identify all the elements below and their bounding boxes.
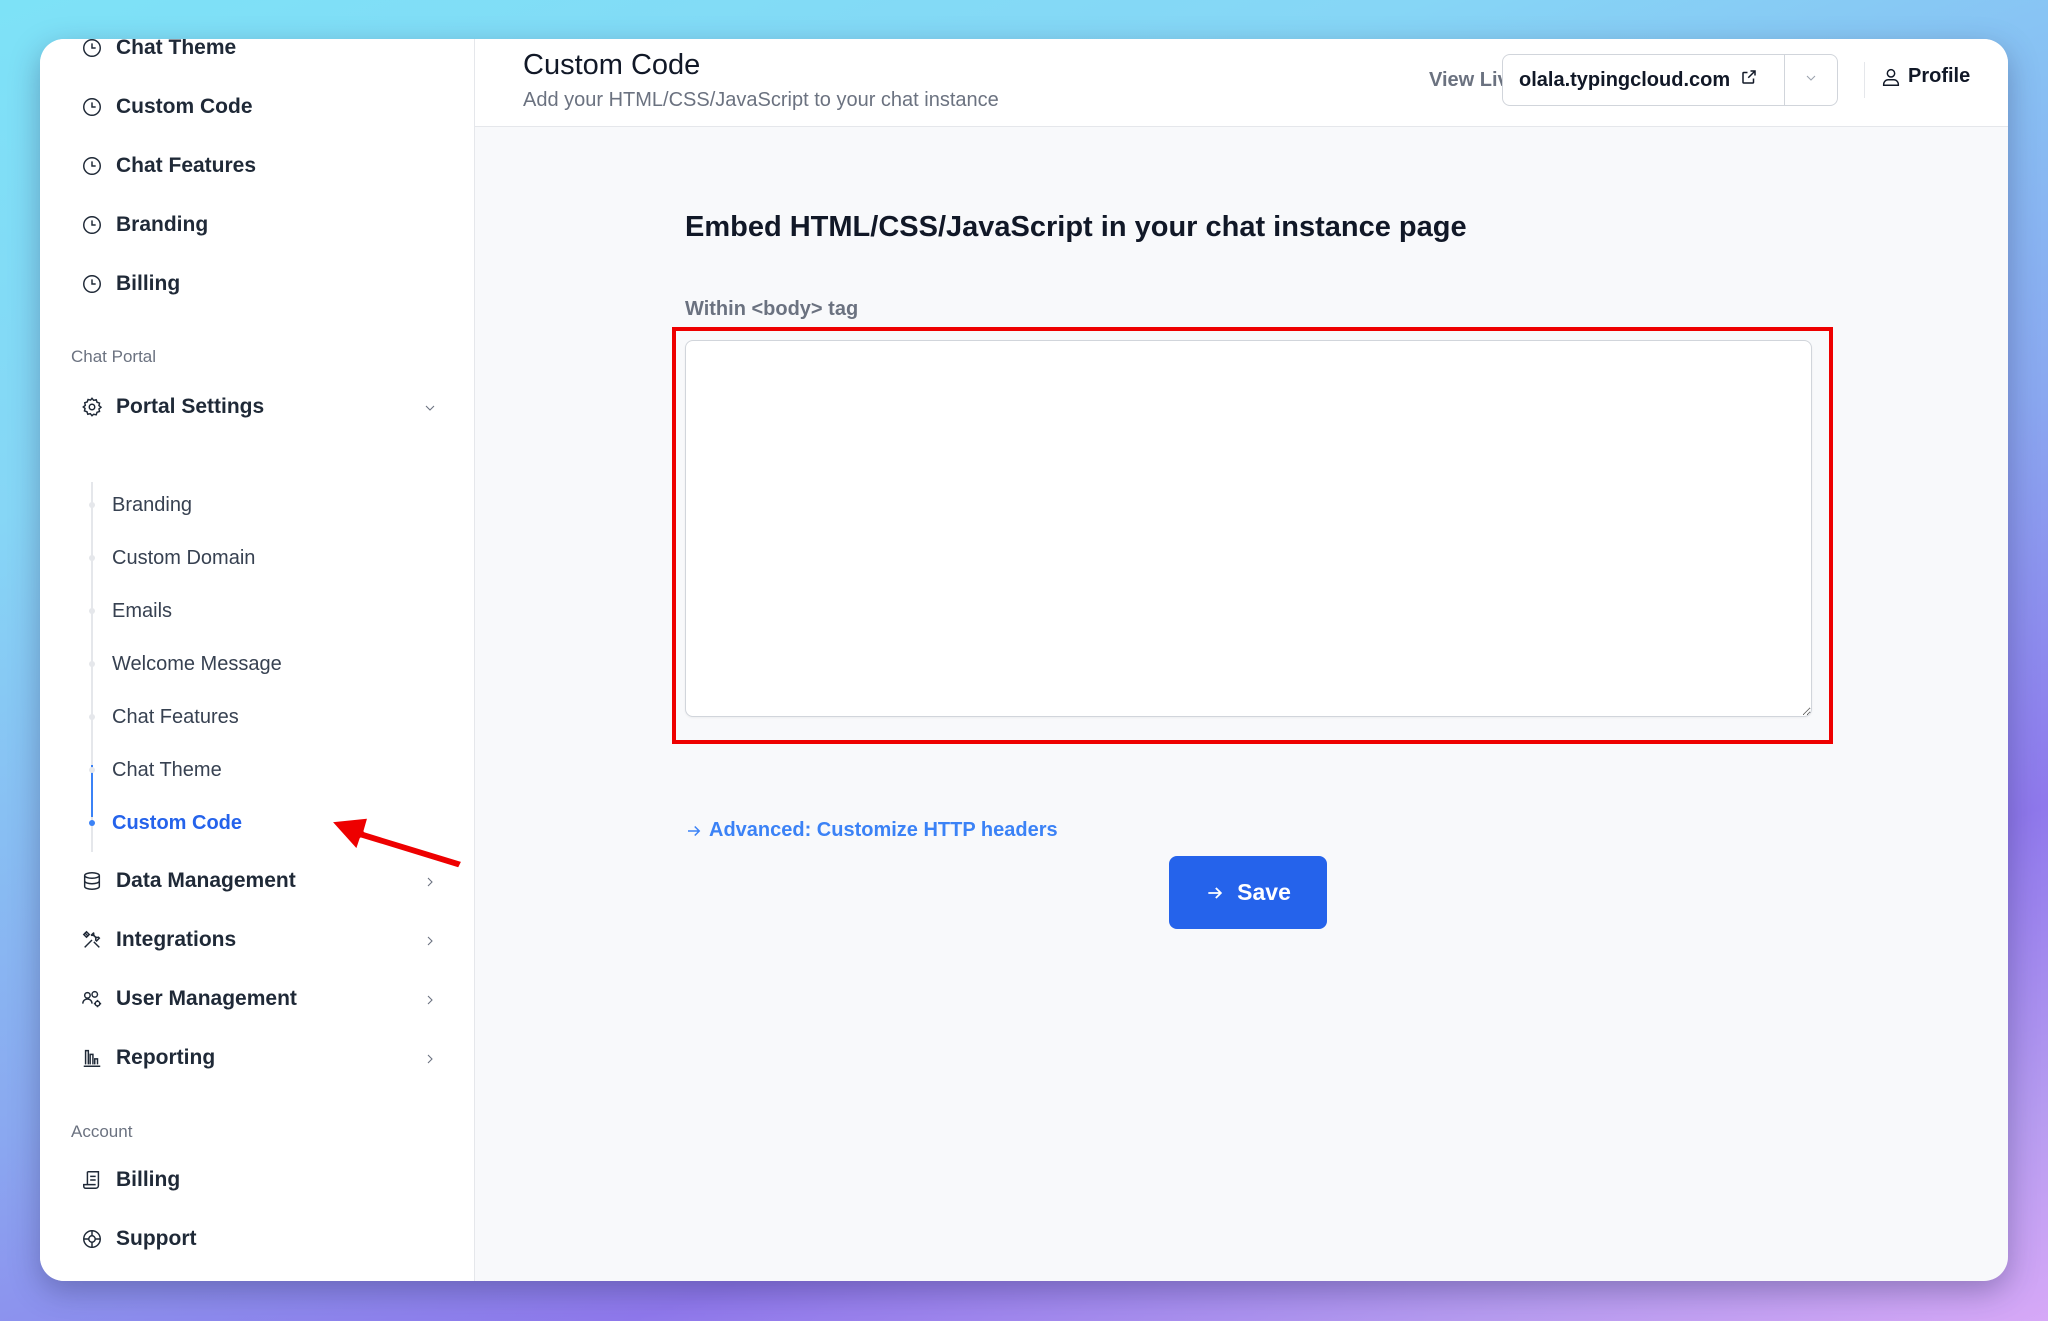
section-label-chat-portal: Chat Portal [71, 347, 157, 366]
page-header: Custom Code Add your HTML/CSS/JavaScript… [475, 39, 2008, 127]
chevron-right-icon [422, 990, 440, 1008]
receipt-icon [80, 1168, 104, 1192]
sidebar-item-billing[interactable]: Billing [80, 264, 440, 304]
arrow-right-icon [1208, 886, 1223, 899]
submenu-item-custom-code[interactable]: Custom Code [112, 805, 242, 841]
gear-icon [80, 395, 104, 419]
user-icon [1882, 68, 1900, 86]
submenu-dot [89, 555, 95, 561]
sidebar-item-label: Integrations [116, 928, 237, 951]
submenu-item-welcome-message[interactable]: Welcome Message [112, 646, 282, 682]
section-heading: Embed HTML/CSS/JavaScript in your chat i… [685, 211, 1467, 243]
sidebar-item-chat-features[interactable]: Chat Features [80, 146, 440, 186]
save-label: Save [1237, 879, 1291, 905]
sidebar-item-label: User Management [116, 987, 297, 1010]
sidebar-item-label: Billing [116, 1168, 181, 1191]
sidebar-item-label: Data Management [116, 869, 296, 892]
save-button[interactable]: Save [1169, 856, 1327, 929]
chevron-down-icon[interactable] [422, 398, 440, 416]
custom-code-textarea[interactable] [685, 340, 1812, 717]
bar-chart-icon [80, 1046, 104, 1070]
chevron-right-icon [422, 1049, 440, 1067]
arrow-right-icon [688, 825, 701, 836]
submenu-dot [89, 661, 95, 667]
external-link-icon [1730, 68, 1758, 92]
submenu-item-emails[interactable]: Emails [112, 593, 172, 629]
sidebar: Chat Theme Custom Code Chat Features Bra… [40, 39, 475, 1281]
submenu-item-custom-domain[interactable]: Custom Domain [112, 540, 255, 576]
annotation-arrow-icon [328, 815, 465, 869]
sidebar-item-account-billing[interactable]: Billing [80, 1160, 440, 1200]
sidebar-item-label: Portal Settings [116, 395, 265, 418]
sidebar-item-portal-settings[interactable]: Portal Settings [80, 387, 440, 427]
submenu-dot [89, 608, 95, 614]
clock-icon [80, 213, 104, 237]
view-live-url: olala.typingcloud.com [1519, 68, 1731, 91]
clock-icon [80, 39, 104, 60]
chevron-right-icon [422, 931, 440, 949]
profile-label: Profile [1908, 65, 1971, 87]
sidebar-item-branding[interactable]: Branding [80, 205, 440, 245]
submenu-item-branding[interactable]: Branding [112, 487, 192, 523]
clock-icon [80, 95, 104, 119]
submenu-dot-active [89, 820, 95, 826]
app-window: Chat Theme Custom Code Chat Features Bra… [40, 39, 2008, 1281]
sidebar-item-label: Billing [116, 272, 181, 295]
sidebar-item-custom-code[interactable]: Custom Code [80, 87, 440, 127]
sidebar-item-label: Branding [116, 213, 209, 236]
sidebar-item-support[interactable]: Support [80, 1219, 440, 1259]
submenu-item-chat-theme[interactable]: Chat Theme [112, 752, 222, 788]
clock-icon [80, 272, 104, 296]
sidebar-item-label: Custom Code [116, 95, 253, 118]
section-label-account: Account [71, 1122, 133, 1141]
profile-button[interactable]: Profile [1880, 65, 1970, 88]
users-gear-icon [80, 987, 104, 1011]
sidebar-item-integrations[interactable]: Integrations [80, 920, 440, 960]
submenu-dot [89, 767, 95, 773]
chevron-down-icon [1803, 70, 1819, 91]
page-subtitle: Add your HTML/CSS/JavaScript to your cha… [523, 89, 999, 111]
sidebar-item-label: Reporting [116, 1046, 216, 1069]
database-icon [80, 869, 104, 893]
submenu-dot [89, 714, 95, 720]
lifebuoy-icon [80, 1227, 104, 1251]
sidebar-item-label: Support [116, 1227, 197, 1250]
sidebar-item-label: Chat Features [116, 154, 257, 177]
chevron-right-icon [422, 872, 440, 890]
submenu-item-chat-features[interactable]: Chat Features [112, 699, 239, 735]
view-live-link[interactable]: olala.typingcloud.com [1503, 55, 1785, 105]
advanced-http-headers-link[interactable]: Advanced: Customize HTTP headers [685, 819, 1058, 842]
sidebar-item-label: Chat Theme [116, 39, 237, 59]
page-title: Custom Code [523, 49, 701, 81]
clock-icon [80, 154, 104, 178]
view-live-toggle[interactable] [1785, 55, 1837, 105]
advanced-link-label: Advanced: Customize HTTP headers [709, 819, 1058, 841]
sidebar-item-chat-theme[interactable]: Chat Theme [80, 39, 440, 68]
tools-icon [80, 928, 104, 952]
header-divider [1864, 62, 1865, 98]
body-tag-label: Within <body> tag [685, 298, 859, 320]
sidebar-item-reporting[interactable]: Reporting [80, 1038, 440, 1078]
view-live-dropdown: olala.typingcloud.com [1502, 54, 1838, 106]
sidebar-item-user-management[interactable]: User Management [80, 979, 440, 1019]
submenu-dot [89, 502, 95, 508]
